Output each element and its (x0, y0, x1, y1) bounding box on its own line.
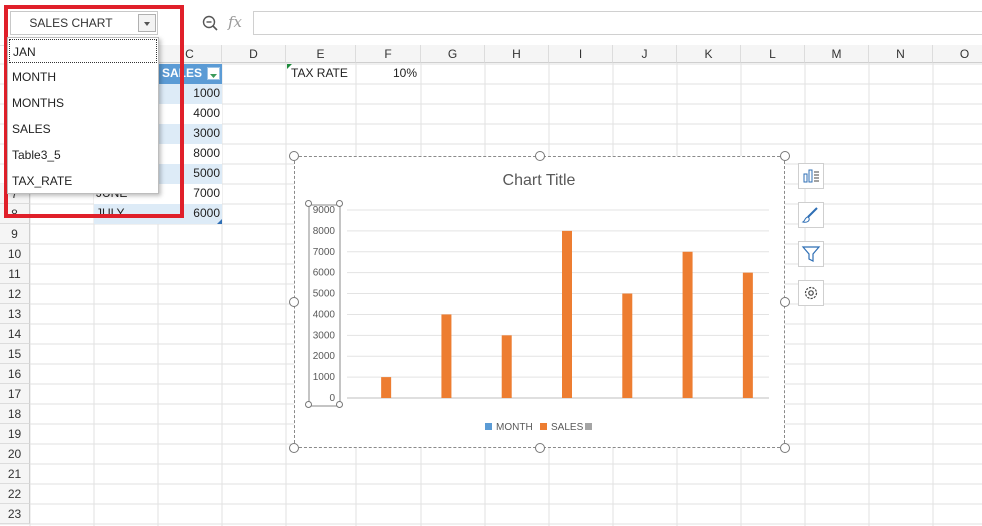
axis-resize-handle[interactable] (305, 401, 312, 408)
column-header-i[interactable]: I (549, 45, 613, 63)
y-tick-label: 8000 (313, 226, 336, 237)
chart-bar[interactable] (381, 377, 392, 398)
legend-label-sales[interactable]: SALES (551, 422, 584, 433)
chart-styles-icon (801, 207, 818, 223)
chart-resize-handle[interactable] (535, 151, 545, 161)
chart-bar[interactable] (441, 314, 452, 398)
chart-title[interactable]: Chart Title (503, 172, 576, 189)
filter-dropdown-icon[interactable] (207, 67, 220, 80)
row-header-16[interactable]: 16 (0, 364, 30, 384)
y-tick-label: 7000 (313, 247, 336, 258)
column-header-e[interactable]: E (286, 45, 356, 63)
dropdown-item-jan[interactable]: JAN (9, 39, 157, 63)
column-header-k[interactable]: K (677, 45, 741, 63)
row-header-17[interactable]: 17 (0, 384, 30, 404)
chart-filter-button[interactable] (798, 241, 824, 267)
chart-legend[interactable]: MONTH SALES (485, 422, 592, 433)
chart-area[interactable]: Chart Title 0 1000 2000 3000 4000 5000 6000 700… (294, 156, 785, 448)
chart-resize-handle[interactable] (289, 151, 299, 161)
chart-styles-button[interactable] (798, 202, 824, 228)
row-header-20[interactable]: 20 (0, 444, 30, 464)
legend-swatch-sales (540, 423, 547, 430)
y-tick-label: 6000 (313, 268, 336, 279)
row-header-10[interactable]: 10 (0, 244, 30, 264)
column-header-m[interactable]: M (805, 45, 869, 63)
settings-icon (804, 286, 818, 300)
axis-resize-handle[interactable] (305, 200, 312, 207)
legend-swatch-month (485, 423, 492, 430)
row-header-13[interactable]: 13 (0, 304, 30, 324)
column-header-g[interactable]: G (421, 45, 485, 63)
fx-icon[interactable]: fx (228, 13, 242, 31)
table-resize-handle[interactable] (217, 219, 222, 224)
column-header-h[interactable]: H (485, 45, 549, 63)
dropdown-item-month[interactable]: MONTH (9, 65, 157, 89)
chart-resize-handle[interactable] (780, 443, 790, 453)
chart-bar[interactable] (622, 293, 633, 398)
y-tick-label: 1000 (313, 372, 336, 383)
column-header-n[interactable]: N (869, 45, 933, 63)
chart-gridlines (347, 209, 769, 399)
chart-svg[interactable]: Chart Title 0 1000 2000 3000 4000 5000 6000 700… (295, 157, 784, 447)
chart-bar[interactable] (562, 230, 572, 398)
dropdown-item-table3-5[interactable]: Table3_5 (9, 143, 157, 167)
value-axis-labels[interactable]: 0 1000 2000 3000 4000 5000 6000 7000 8000 9000 (313, 205, 336, 404)
row-header-9[interactable]: 9 (0, 224, 30, 244)
chart-resize-handle[interactable] (780, 151, 790, 161)
row-header-14[interactable]: 14 (0, 324, 30, 344)
column-header-j[interactable]: J (613, 45, 677, 63)
chart-resize-handle[interactable] (535, 443, 545, 453)
row-header-18[interactable]: 18 (0, 404, 30, 424)
y-tick-label: 5000 (313, 289, 336, 300)
dropdown-item-months[interactable]: MONTHS (9, 91, 157, 115)
row-header-19[interactable]: 19 (0, 424, 30, 444)
chart-settings-button[interactable] (798, 280, 824, 306)
dropdown-item-tax-rate[interactable]: TAX_RATE (9, 169, 157, 193)
row-header-22[interactable]: 22 (0, 484, 30, 504)
chart-bar[interactable] (501, 335, 512, 398)
row-header-12[interactable]: 12 (0, 284, 30, 304)
axis-resize-handle[interactable] (336, 200, 343, 207)
zoom-icon[interactable] (201, 14, 219, 32)
chart-bar[interactable] (742, 272, 753, 398)
chart-resize-handle[interactable] (289, 443, 299, 453)
axis-resize-handle[interactable] (336, 401, 343, 408)
tax-rate-value[interactable]: 10% (356, 64, 420, 84)
chart-resize-handle[interactable] (780, 297, 790, 307)
formula-input[interactable] (253, 11, 982, 35)
legend-swatch-series3 (585, 423, 592, 430)
y-tick-label: 9000 (313, 205, 336, 216)
row-header-21[interactable]: 21 (0, 464, 30, 484)
legend-label-month[interactable]: MONTH (496, 422, 533, 433)
column-header-f[interactable]: F (356, 45, 421, 63)
row-header-15[interactable]: 15 (0, 344, 30, 364)
chart-resize-handle[interactable] (289, 297, 299, 307)
y-tick-label: 2000 (313, 351, 336, 362)
chart-elements-button[interactable] (798, 163, 824, 189)
y-tick-label: 3000 (313, 330, 336, 341)
dropdown-item-sales[interactable]: SALES (9, 117, 157, 141)
column-header-l[interactable]: L (741, 45, 805, 63)
tax-rate-label[interactable]: TAX RATE (291, 64, 355, 84)
column-header-o[interactable]: O (933, 45, 982, 63)
column-header-d[interactable]: D (222, 45, 286, 63)
chart-bar[interactable] (682, 251, 693, 398)
y-tick-label: 4000 (313, 309, 336, 320)
chart-elements-icon (803, 169, 819, 183)
chart-filter-icon (801, 246, 821, 262)
name-dropdown-list: JAN MONTH MONTHS SALES Table3_5 TAX_RATE (7, 37, 159, 194)
row-header-23[interactable]: 23 (0, 504, 30, 524)
row-header-11[interactable]: 11 (0, 264, 30, 284)
y-tick-label: 0 (329, 393, 335, 404)
